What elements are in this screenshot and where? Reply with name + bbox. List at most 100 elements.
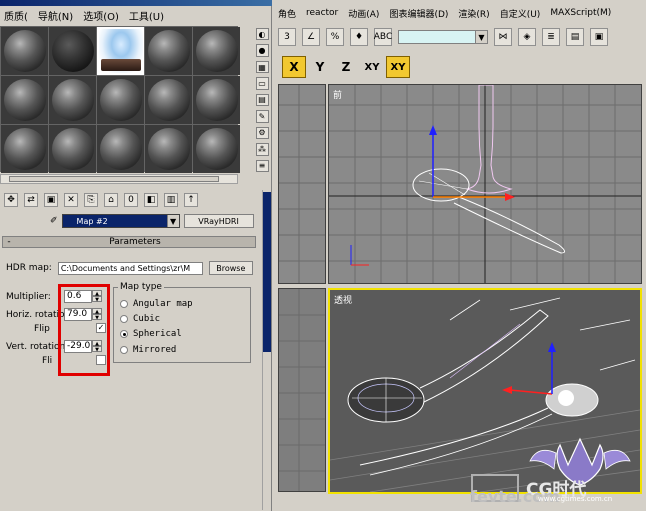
collapse-icon: - (7, 237, 11, 247)
options-icon[interactable]: ⚙ (255, 126, 269, 140)
radio-spherical[interactable]: Spherical (120, 328, 240, 340)
menu-reactor[interactable]: reactor (306, 8, 338, 18)
layer-manager-icon[interactable]: ≣ (542, 28, 560, 46)
material-navigator-icon[interactable]: ≡ (255, 159, 269, 172)
edit-named-selection-icon[interactable]: ABC (374, 28, 392, 46)
sample-slot[interactable] (193, 125, 240, 173)
sample-slot[interactable] (97, 125, 144, 173)
axis-xy-button[interactable]: XY (360, 56, 384, 78)
perspective-viewport-label[interactable]: 透视 (334, 293, 352, 306)
hdr-map-path-field[interactable]: C:\Documents and Settings\zr\M (57, 261, 203, 275)
sample-slot[interactable] (145, 27, 192, 75)
menu-rendering[interactable]: 渲染(R) (458, 7, 489, 20)
make-unique-icon[interactable]: ⎘ (84, 193, 98, 207)
axis-xy-cycle-button[interactable]: XY (386, 56, 410, 78)
material-toolbar: ✥ ⇄ ▣ ✕ ⎘ ⌂ 0 ◧ ▥ ↑ (0, 190, 272, 210)
axis-constraints-toolbar: X Y Z XY XY (282, 54, 417, 80)
front-viewport-scene (329, 85, 641, 283)
background-checker-icon[interactable]: ▦ (255, 60, 269, 74)
map-name-row: ✐ Map #2 ▼ VRayHDRI (50, 213, 272, 229)
viewport-top-left[interactable] (278, 84, 326, 284)
get-material-icon[interactable]: ✥ (4, 193, 18, 207)
show-map-in-viewport-icon[interactable]: ◧ (144, 193, 158, 207)
sample-side-toolbar: ◐ ● ▦ ▭ ▤ ✎ ⚙ ⁂ ≡ (254, 26, 270, 172)
schematic-view-icon[interactable]: ▣ (590, 28, 608, 46)
put-to-scene-icon[interactable]: ⇄ (24, 193, 38, 207)
front-viewport-label[interactable]: 前 (333, 88, 342, 101)
axis-x-button[interactable]: X (282, 56, 306, 78)
map-type-button[interactable]: VRayHDRI (183, 214, 254, 228)
menu-utilities[interactable]: 工具(U) (129, 8, 164, 23)
max-main-window: 角色 reactor 动画(A) 图表编辑器(D) 渲染(R) 自定义(U) M… (274, 0, 646, 511)
material-effects-channel-icon[interactable]: 0 (124, 193, 138, 207)
assign-to-selection-icon[interactable]: ▣ (44, 193, 58, 207)
sample-slot[interactable] (145, 76, 192, 124)
watermark-logo: CG时代 fevte.com www.cgtimes.com.cn (468, 435, 638, 506)
go-to-parent-icon[interactable]: ↑ (184, 193, 198, 207)
sample-uv-icon[interactable]: ▭ (255, 77, 269, 90)
sample-slot[interactable] (193, 27, 240, 75)
sample-slots-scrollbar[interactable] (0, 174, 238, 184)
viewport-bottom-left[interactable] (278, 288, 326, 492)
snap-3d-icon[interactable]: 3 (278, 28, 296, 46)
radio-mirrored[interactable]: Mirrored (120, 344, 240, 356)
menu-customize[interactable]: 自定义(U) (500, 7, 541, 20)
pick-icon[interactable]: ✐ (50, 216, 58, 226)
backlight-icon[interactable]: ● (255, 44, 269, 57)
sample-slot[interactable] (49, 125, 96, 173)
sample-slot[interactable] (1, 27, 48, 75)
menu-graph-editors[interactable]: 图表编辑器(D) (389, 7, 448, 20)
viewport-front[interactable]: 前 (328, 84, 642, 284)
mirror-icon[interactable]: ⋈ (494, 28, 512, 46)
video-color-icon[interactable]: ▤ (255, 93, 269, 107)
material-editor-panel: 质质( 导航(N) 选项(O) 工具(U) ◐ ● ▦ ▭ ▤ ✎ ⚙ ⁂ ≡ … (0, 0, 272, 511)
map-type-group: Map type Angular map Cubic Spherical Mir… (113, 282, 251, 363)
menu-material[interactable]: 质质( (4, 8, 28, 23)
highlight-annotation (58, 284, 110, 376)
radio-angular-map[interactable]: Angular map (120, 298, 240, 310)
map-type-group-title: Map type (118, 282, 164, 292)
menu-character[interactable]: 角色 (278, 7, 296, 20)
align-icon[interactable]: ◈ (518, 28, 536, 46)
hdr-map-row: HDR map: C:\Documents and Settings\zr\M … (6, 260, 256, 276)
sample-slot[interactable] (1, 125, 48, 173)
map-name-field[interactable]: Map #2 ▼ (61, 214, 180, 228)
percent-snap-icon[interactable]: % (326, 28, 344, 46)
rollout-title: Parameters (109, 237, 161, 247)
menu-options[interactable]: 选项(O) (83, 8, 119, 23)
sample-slot[interactable] (97, 76, 144, 124)
chevron-down-icon[interactable]: ▼ (166, 215, 179, 227)
sample-slot[interactable] (1, 76, 48, 124)
viewport-grid (279, 85, 325, 283)
put-to-library-icon[interactable]: ⌂ (104, 193, 118, 207)
angle-snap-icon[interactable]: ∠ (302, 28, 320, 46)
sample-slot[interactable] (49, 76, 96, 124)
reset-map-icon[interactable]: ✕ (64, 193, 78, 207)
menu-animation[interactable]: 动画(A) (348, 7, 379, 20)
sample-slot-selected[interactable] (97, 27, 144, 75)
sample-slot[interactable] (193, 76, 240, 124)
show-end-result-icon[interactable]: ▥ (164, 193, 178, 207)
make-preview-icon[interactable]: ✎ (255, 110, 269, 123)
viewport-grid-2 (279, 289, 325, 491)
select-by-material-icon[interactable]: ⁂ (255, 143, 269, 156)
watermark-url: www.cgtimes.com.cn (538, 495, 613, 503)
sample-slot[interactable] (145, 125, 192, 173)
curve-editor-icon[interactable]: ▤ (566, 28, 584, 46)
axis-z-button[interactable]: Z (334, 56, 358, 78)
named-selection-set-dropdown[interactable]: ▼ (398, 30, 488, 44)
parameters-rollout[interactable]: - Parameters (2, 236, 256, 248)
panel-scrollbar[interactable] (262, 190, 271, 510)
menu-navigation[interactable]: 导航(N) (38, 8, 73, 23)
axis-y-button[interactable]: Y (308, 56, 332, 78)
browse-button[interactable]: Browse (208, 261, 253, 275)
flip-vertical-label: Fli (42, 356, 53, 366)
sample-slot[interactable] (49, 27, 96, 75)
sample-slots-grid (0, 26, 240, 173)
chevron-down-icon[interactable]: ▼ (475, 31, 487, 43)
radio-cubic[interactable]: Cubic (120, 313, 240, 325)
menu-maxscript[interactable]: MAXScript(M) (550, 8, 611, 18)
spinner-snap-icon[interactable]: ♦ (350, 28, 368, 46)
sample-type-icon[interactable]: ◐ (255, 28, 269, 41)
hdr-map-label: HDR map: (6, 263, 52, 273)
